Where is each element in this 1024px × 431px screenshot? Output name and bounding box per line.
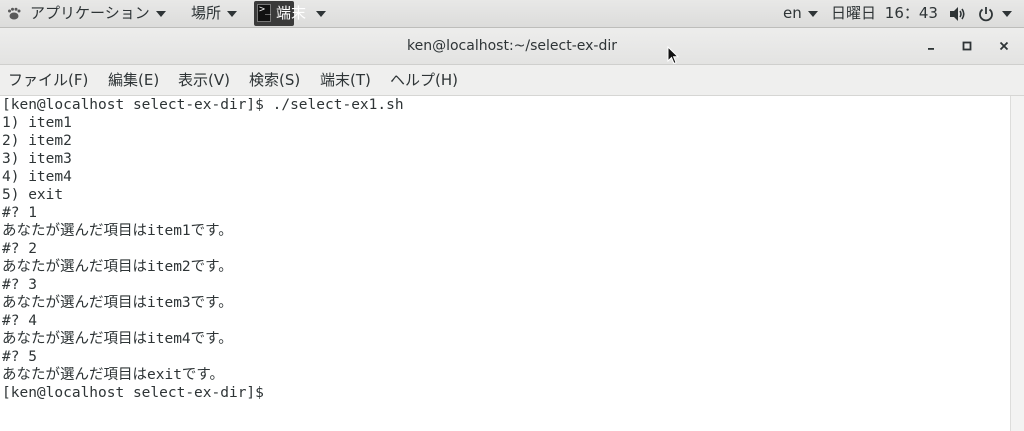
window-titlebar[interactable]: ken@localhost:~/select-ex-dir	[0, 28, 1024, 65]
terminal-line: 4) item4	[2, 169, 72, 185]
places-menu[interactable]: 場所	[191, 0, 238, 27]
terminal-app-menu[interactable]: 端末	[276, 0, 327, 27]
menu-edit[interactable]: 編集(E)	[108, 65, 159, 95]
minimize-button[interactable]	[923, 38, 939, 54]
language-label: en	[783, 4, 802, 22]
terminal-line: #? 3	[2, 277, 37, 293]
terminal-line: あなたが選んだ項目はitem4です。	[2, 331, 233, 347]
maximize-button[interactable]	[959, 38, 975, 54]
power-icon[interactable]	[978, 6, 994, 22]
terminal-line: 3) item3	[2, 151, 72, 167]
chevron-down-icon	[807, 10, 818, 17]
menu-bar: ファイル(F) 編集(E) 表示(V) 検索(S) 端末(T) ヘルプ(H)	[0, 65, 1024, 96]
terminal-line: #? 5	[2, 349, 37, 365]
terminal-line: 2) item2	[2, 133, 72, 149]
menu-terminal[interactable]: 端末(T)	[320, 65, 371, 95]
terminal-line: あなたが選んだ項目はitem3です。	[2, 295, 233, 311]
terminal-output[interactable]: [ken@localhost select-ex-dir]$ ./select-…	[0, 96, 1010, 431]
applications-label: アプリケーション	[30, 4, 150, 22]
terminal-line: あなたが選んだ項目はitem2です。	[2, 259, 233, 275]
chevron-down-icon	[316, 10, 327, 17]
chevron-down-icon[interactable]	[1002, 11, 1012, 17]
terminal-line: #? 2	[2, 241, 37, 257]
terminal-line: 5) exit	[2, 187, 64, 203]
terminal-line: #? 1	[2, 205, 37, 221]
terminal-line: 1) item1	[2, 115, 72, 131]
close-button[interactable]	[996, 38, 1012, 54]
mouse-pointer-icon	[667, 46, 679, 65]
clock-day: 日曜日	[831, 4, 877, 22]
terminal-line: #? 4	[2, 313, 37, 329]
menu-search[interactable]: 検索(S)	[249, 65, 300, 95]
menu-file[interactable]: ファイル(F)	[8, 65, 88, 95]
clock-time: 16：43	[884, 4, 938, 22]
volume-icon[interactable]	[949, 6, 967, 22]
terminal-line: [ken@localhost select-ex-dir]$ ./select-…	[2, 97, 404, 113]
terminal-line: あなたが選んだ項目はexitです。	[2, 367, 224, 383]
foot-icon	[8, 7, 21, 20]
terminal-app-label: 端末	[276, 4, 307, 22]
language-indicator[interactable]: en	[783, 0, 818, 27]
chevron-down-icon	[155, 10, 166, 17]
window-title: ken@localhost:~/select-ex-dir	[407, 38, 617, 54]
terminal-scrollbar[interactable]	[1010, 96, 1024, 431]
clock[interactable]: 日曜日 16：43	[831, 0, 938, 27]
places-label: 場所	[191, 4, 222, 22]
menu-help[interactable]: ヘルプ(H)	[390, 65, 458, 95]
applications-menu[interactable]: アプリケーション	[30, 0, 166, 27]
terminal-icon: >_	[257, 4, 271, 22]
menu-view[interactable]: 表示(V)	[178, 65, 230, 95]
terminal-prompt: [ken@localhost select-ex-dir]$	[2, 385, 264, 401]
top-bar: アプリケーション 場所 >_ 端末 en 日曜日 16：43	[0, 0, 1024, 28]
terminal-line: あなたが選んだ項目はitem1です。	[2, 223, 233, 239]
chevron-down-icon	[227, 10, 238, 17]
